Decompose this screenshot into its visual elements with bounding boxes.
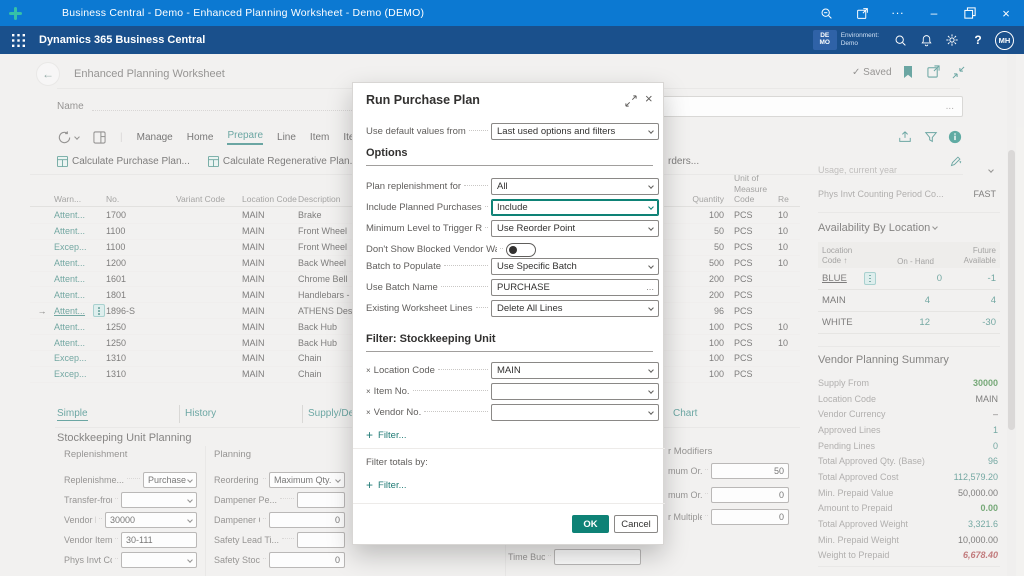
field-include-planned-purchases: Include Planned Purchases Include — [366, 199, 659, 216]
field-existing-worksheet-lines: Existing Worksheet Lines Delete All Line… — [366, 300, 659, 317]
more-options-icon[interactable]: ... — [880, 0, 916, 26]
toggle-off[interactable] — [506, 243, 536, 257]
remove-filter-icon[interactable]: × — [366, 366, 371, 375]
field-minimum-level-trigger: Minimum Level to Trigger Reorder Use Reo… — [366, 220, 659, 237]
window-title: Business Central - Demo - Enhanced Plann… — [62, 7, 424, 19]
filter-vendor-no: × Vendor No. — [366, 404, 659, 421]
ok-button[interactable]: OK — [572, 515, 609, 533]
dialog-title: Run Purchase Plan — [366, 93, 480, 107]
resize-dialog-icon[interactable] — [625, 95, 637, 107]
add-totals-filter-link[interactable]: +Filter... — [366, 478, 407, 492]
environment-label: Environment: Demo — [841, 32, 879, 48]
field-batch-to-populate: Batch to Populate Use Specific Batch — [366, 258, 659, 275]
section-filter-sku: Filter: Stockkeeping Unit — [366, 333, 653, 352]
waffle-menu-icon[interactable] — [12, 34, 25, 47]
settings-gear-icon[interactable] — [939, 27, 965, 53]
popout-icon[interactable] — [844, 0, 880, 26]
field-dont-show-blocked-vendor: Don't Show Blocked Vendor War... — [366, 241, 659, 258]
notifications-bell-icon[interactable] — [913, 27, 939, 53]
filter-item-no: × Item No. — [366, 383, 659, 400]
app-brand[interactable]: Dynamics 365 Business Central — [39, 34, 205, 46]
filter-totals-label: Filter totals by: — [366, 457, 428, 468]
remove-filter-icon[interactable]: × — [366, 387, 371, 396]
close-button[interactable]: × — [988, 0, 1024, 26]
field-use-batch-name: Use Batch Name PURCHASE... — [366, 279, 659, 296]
run-purchase-plan-dialog: Run Purchase Plan × Use default values f… — [352, 82, 664, 545]
filter-location-code: × Location Code MAIN — [366, 362, 659, 379]
search-icon[interactable] — [887, 27, 913, 53]
zoom-out-icon[interactable] — [808, 0, 844, 26]
business-central-app-icon — [9, 7, 22, 20]
avatar[interactable]: MH — [995, 31, 1014, 50]
help-icon[interactable]: ? — [965, 27, 991, 53]
section-options: Options — [366, 147, 653, 166]
app-header: Dynamics 365 Business Central DE MO Envi… — [0, 26, 1024, 54]
field-plan-replenishment-for: Plan replenishment for All — [366, 178, 659, 195]
minimize-button[interactable]: – — [916, 0, 952, 26]
window-titlebar: Business Central - Demo - Enhanced Plann… — [0, 0, 1024, 26]
add-filter-link[interactable]: +Filter... — [366, 428, 407, 442]
field-use-default-values: Use default values from Last used option… — [366, 123, 659, 140]
environment-badge[interactable]: DE MO — [813, 30, 837, 50]
cancel-button[interactable]: Cancel — [614, 515, 658, 533]
remove-filter-icon[interactable]: × — [366, 408, 371, 417]
close-dialog-icon[interactable]: × — [645, 91, 653, 106]
assist-edit-icon[interactable]: ... — [646, 282, 654, 293]
restore-button[interactable] — [952, 0, 988, 26]
